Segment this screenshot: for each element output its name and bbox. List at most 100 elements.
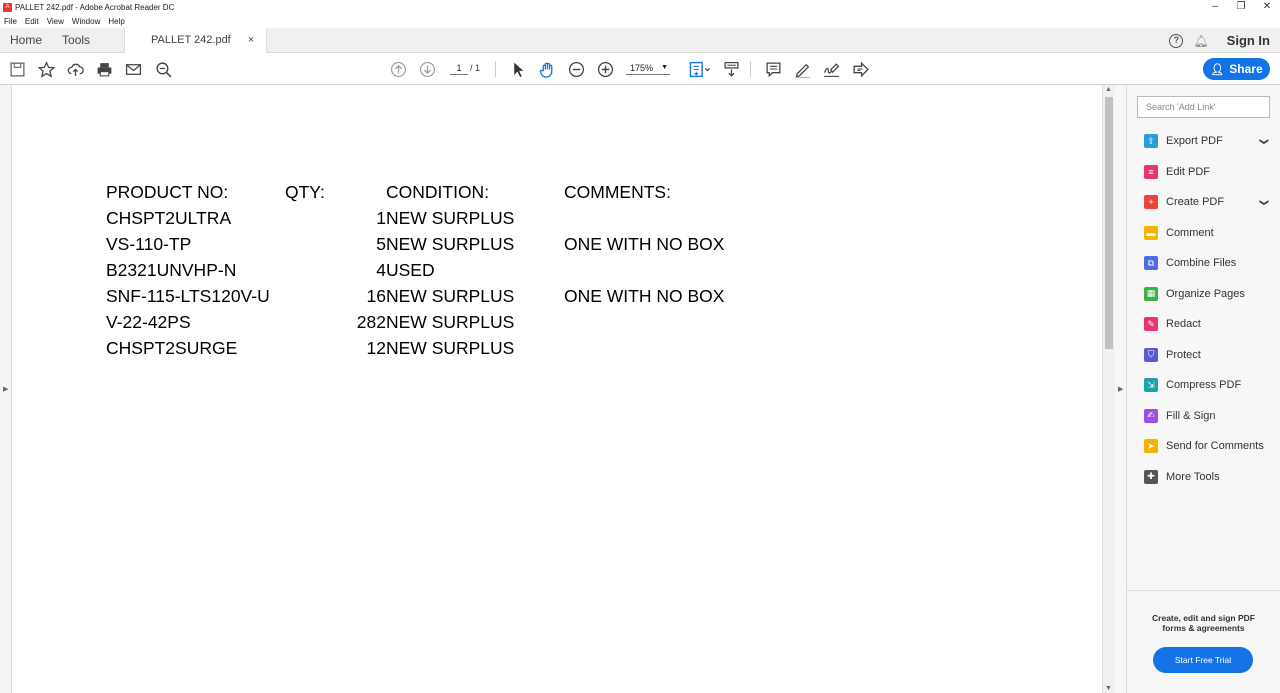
- scrollbar-thumb[interactable]: [1105, 97, 1113, 349]
- edit-pdf-icon: ≡: [1144, 164, 1158, 179]
- title-bar: A PALLET 242.pdf - Adobe Acrobat Reader …: [0, 0, 1280, 14]
- tool-combine-files[interactable]: ⧉ Combine Files: [1127, 248, 1280, 279]
- tools-list: ⇪ Export PDF ❯ ≡ Edit PDF + Create PDF ❯ ▬ Com…: [1127, 126, 1280, 492]
- share-button-label: Share: [1229, 62, 1263, 76]
- tool-create-pdf[interactable]: + Create PDF ❯: [1127, 187, 1280, 218]
- menu-view[interactable]: View: [47, 17, 64, 26]
- page-number-input[interactable]: 1: [450, 61, 468, 75]
- next-page-icon[interactable]: [417, 59, 437, 79]
- fill-sign-icon: ✍: [1144, 408, 1158, 423]
- sign-in-button[interactable]: Sign In: [1227, 33, 1270, 48]
- notification-bell-icon[interactable]: 🔔︎: [1193, 34, 1208, 48]
- close-window-button[interactable]: ✕: [1254, 0, 1280, 14]
- cell-product: SNF-115-LTS120V-U: [106, 286, 270, 306]
- tool-label: Fill & Sign: [1166, 409, 1216, 422]
- expand-left-panel-icon[interactable]: ▶: [3, 385, 8, 393]
- chevron-down-icon[interactable]: ❯: [1259, 137, 1270, 145]
- zoom-level-value: 175%: [630, 63, 654, 73]
- create-pdf-icon: +: [1144, 195, 1158, 210]
- scroll-up-icon[interactable]: ▲: [1105, 86, 1112, 93]
- comment-icon: ▬: [1144, 225, 1158, 240]
- comment-note-icon[interactable]: [763, 59, 783, 79]
- menu-file[interactable]: File: [4, 17, 17, 26]
- zoom-out-icon[interactable]: [566, 59, 586, 79]
- send-share-icon[interactable]: [850, 59, 870, 79]
- menu-window[interactable]: Window: [72, 17, 100, 26]
- scroll-down-icon[interactable]: ▼: [1105, 685, 1112, 692]
- tools-pane: Search 'Add Link' ⇪ Export PDF ❯ ≡ Edit PDF…: [1127, 85, 1280, 693]
- tool-compress-pdf[interactable]: ⇲ Compress PDF: [1127, 370, 1280, 401]
- print-icon[interactable]: [94, 59, 114, 79]
- tool-export-pdf[interactable]: ⇪ Export PDF ❯: [1127, 126, 1280, 157]
- tool-label: Create PDF: [1166, 196, 1225, 209]
- menu-edit[interactable]: Edit: [25, 17, 39, 26]
- cell-qty: 12: [366, 338, 386, 358]
- cell-condition: NEW SURPLUS: [386, 208, 515, 228]
- cell-qty: 5: [376, 234, 386, 254]
- highlight-pen-icon[interactable]: [792, 59, 812, 79]
- tab-tools[interactable]: Tools: [52, 28, 100, 53]
- tool-organize-pages[interactable]: ▦ Organize Pages: [1127, 279, 1280, 310]
- tool-send-for-comments[interactable]: ➤ Send for Comments: [1127, 431, 1280, 462]
- tool-fill-sign[interactable]: ✍ Fill & Sign: [1127, 401, 1280, 432]
- table-row: B2321UNVHP-N 4 USED: [106, 260, 806, 286]
- tab-home[interactable]: Home: [0, 28, 52, 53]
- scroll-mode-icon[interactable]: [721, 59, 741, 79]
- left-panel-toggle-strip: ▶: [0, 85, 12, 693]
- select-cursor-icon[interactable]: [508, 59, 528, 79]
- tool-label: Send for Comments: [1166, 440, 1264, 453]
- document-viewport[interactable]: PRODUCT NO: QTY: CONDITION: COMMENTS: CH…: [12, 85, 1102, 693]
- collapse-right-panel-icon[interactable]: ▶: [1118, 385, 1123, 393]
- tool-edit-pdf[interactable]: ≡ Edit PDF: [1127, 157, 1280, 188]
- menu-help[interactable]: Help: [108, 17, 124, 26]
- page-total: / 1: [470, 63, 481, 73]
- help-icon[interactable]: ?: [1169, 33, 1184, 48]
- chevron-down-icon[interactable]: ❯: [1259, 198, 1270, 206]
- tool-redact[interactable]: ✎ Redact: [1127, 309, 1280, 340]
- previous-page-icon[interactable]: [388, 59, 408, 79]
- hand-tool-icon[interactable]: [537, 59, 557, 79]
- tools-search-input[interactable]: Search 'Add Link': [1137, 96, 1270, 118]
- tab-document[interactable]: PALLET 242.pdf ×: [124, 27, 268, 53]
- minimize-button[interactable]: –: [1202, 0, 1228, 14]
- zoom-search-icon[interactable]: [153, 59, 173, 79]
- tool-comment[interactable]: ▬ Comment: [1127, 218, 1280, 249]
- zoom-level-select[interactable]: 175% ▼: [626, 61, 670, 75]
- tool-more-tools[interactable]: ✚ More Tools: [1127, 462, 1280, 493]
- tool-label: Compress PDF: [1166, 379, 1242, 392]
- window-controls: – ❐ ✕: [1202, 0, 1280, 14]
- cell-comments: ONE WITH NO BOX: [564, 286, 725, 306]
- tool-label: Edit PDF: [1166, 165, 1211, 178]
- email-icon[interactable]: [123, 59, 143, 79]
- cell-condition: NEW SURPLUS: [386, 338, 515, 358]
- fit-page-icon[interactable]: [686, 59, 714, 79]
- sign-icon[interactable]: [821, 59, 841, 79]
- send-for-comments-icon: ➤: [1144, 439, 1158, 454]
- table-row: CHSPT2ULTRA 1 NEW SURPLUS: [106, 208, 806, 234]
- export-pdf-icon: ⇪: [1144, 134, 1158, 149]
- menu-bar: File Edit View Window Help: [0, 14, 1280, 28]
- upload-cloud-icon[interactable]: [65, 59, 85, 79]
- chevron-down-icon: ▼: [661, 64, 668, 71]
- start-free-trial-button[interactable]: Start Free Trial: [1153, 647, 1253, 673]
- document-scrollbar[interactable]: ▲ ▼: [1102, 85, 1114, 693]
- tool-label: Export PDF: [1166, 135, 1223, 148]
- tool-protect[interactable]: ⛉ Protect: [1127, 340, 1280, 371]
- cell-condition: NEW SURPLUS: [386, 234, 515, 254]
- save-icon[interactable]: [7, 59, 27, 79]
- tool-label: Organize Pages: [1166, 287, 1245, 300]
- bookmark-star-icon[interactable]: [36, 59, 56, 79]
- tool-label: Comment: [1166, 226, 1214, 239]
- acrobat-app-icon: A: [3, 2, 12, 12]
- tab-close-icon[interactable]: ×: [248, 34, 254, 46]
- cell-product: V-22-42PS: [106, 312, 191, 332]
- cell-product: B2321UNVHP-N: [106, 260, 237, 280]
- tab-bar-right: ? 🔔︎ Sign In: [1169, 28, 1280, 53]
- zoom-in-icon[interactable]: [595, 59, 615, 79]
- maximize-button[interactable]: ❐: [1228, 0, 1254, 14]
- protect-icon: ⛉: [1144, 347, 1158, 362]
- share-button[interactable]: 👤︎ Share: [1203, 58, 1270, 80]
- toolbar: 1 / 1 175% ▼ 👤︎ Share: [0, 53, 1280, 85]
- redact-icon: ✎: [1144, 317, 1158, 332]
- tool-label: Protect: [1166, 348, 1201, 361]
